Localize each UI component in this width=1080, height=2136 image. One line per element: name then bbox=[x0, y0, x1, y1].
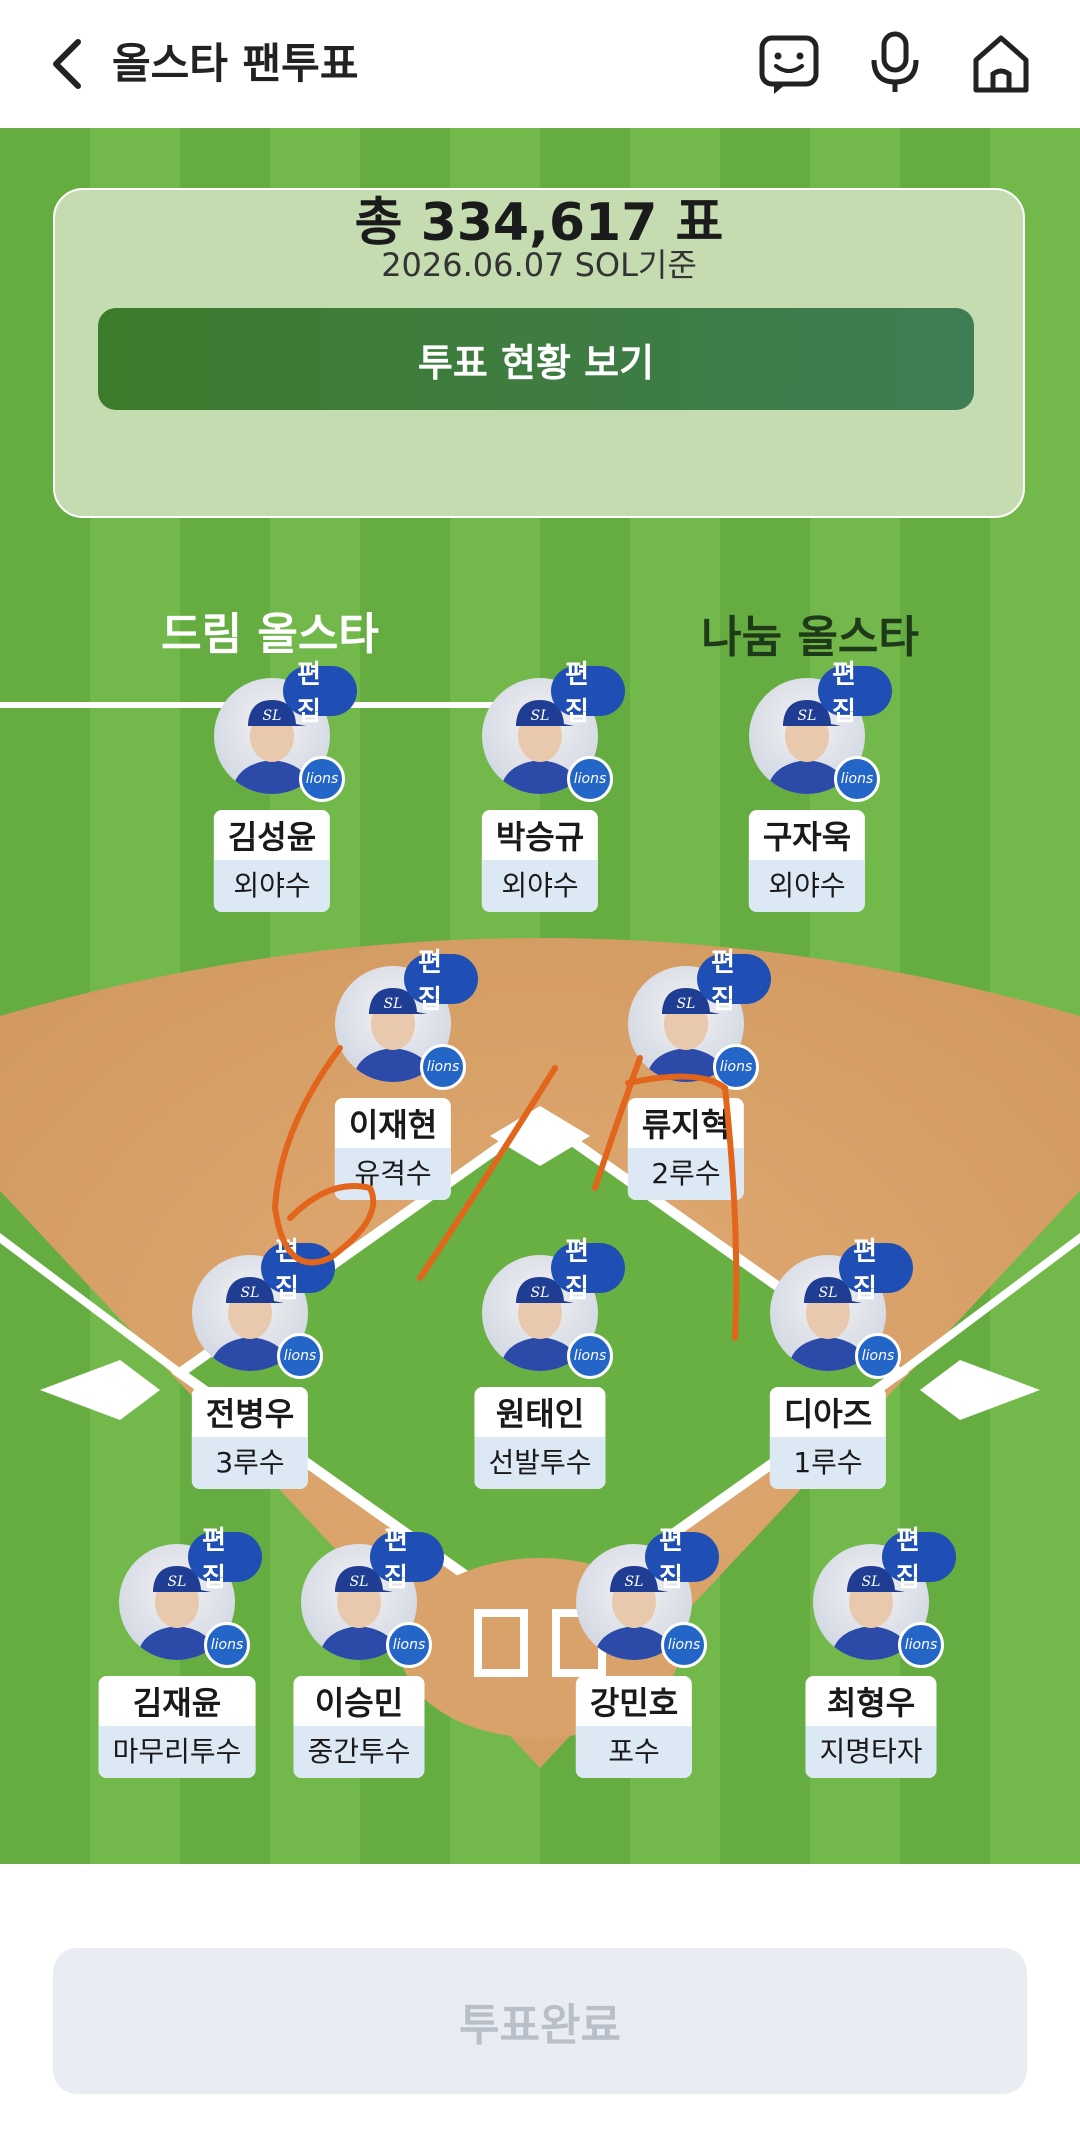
footer: 투표완료 bbox=[0, 1864, 1080, 2136]
page-title: 올스타 팬투표 bbox=[112, 39, 359, 88]
handwritten-annotation bbox=[271, 1045, 740, 1341]
vote-done-button[interactable]: 투표완료 bbox=[53, 1948, 1027, 2094]
back-chevron-icon[interactable] bbox=[44, 34, 92, 94]
home-icon[interactable] bbox=[968, 30, 1034, 96]
microphone-icon[interactable] bbox=[862, 30, 928, 96]
baseball-field: 총 334,617 표 2026.06.07 SOL기준 투표 현황 보기 드림… bbox=[0, 128, 1080, 1864]
app-header: 올스타 팬투표 bbox=[0, 0, 1080, 128]
chat-icon[interactable] bbox=[756, 30, 822, 96]
